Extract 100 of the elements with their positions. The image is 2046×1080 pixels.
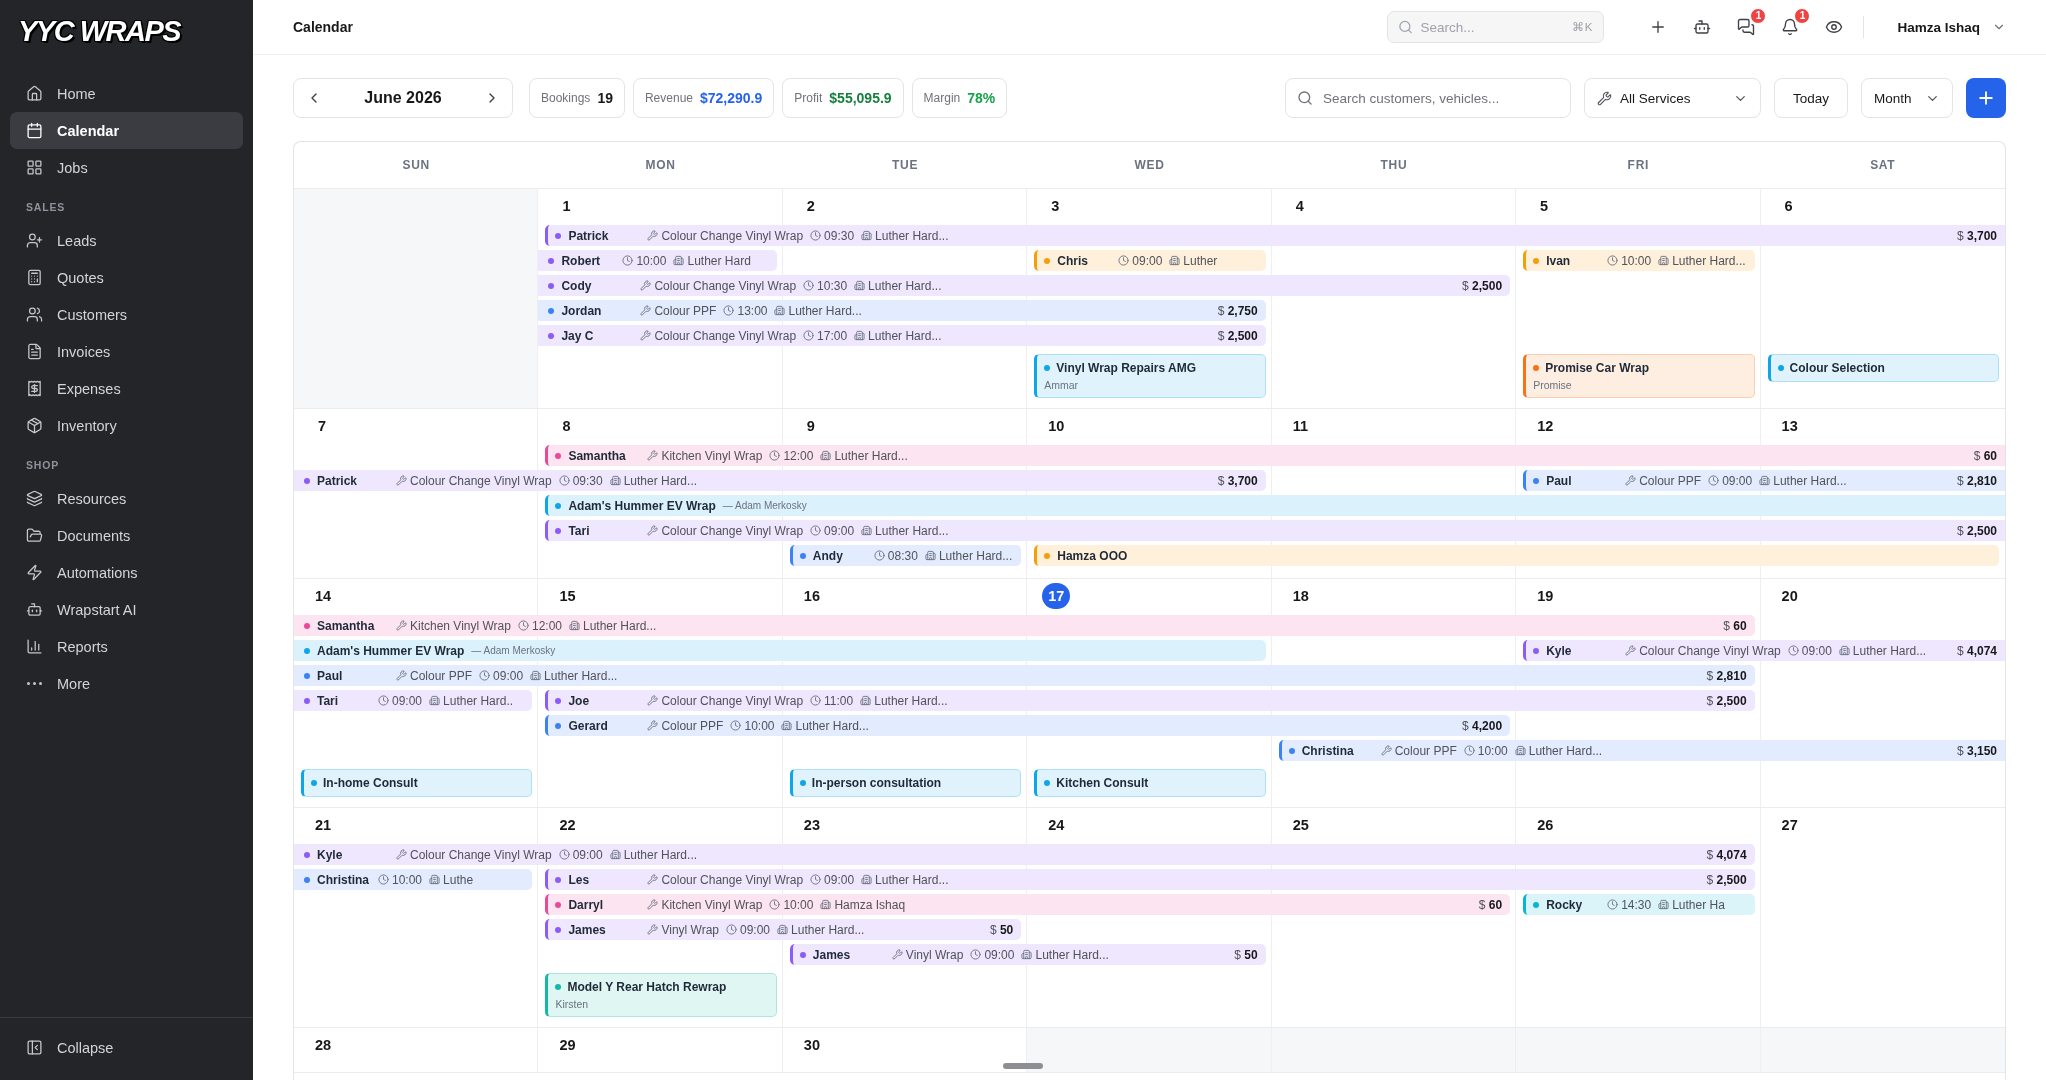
amount-text: $ 3,150 (1955, 743, 1997, 758)
booking-bar[interactable]: Robert 10:00 Luther Hard (538, 250, 777, 271)
booking-bar[interactable]: James Vinyl Wrap 09:00 Luther Hard... $ 50 (789, 944, 1266, 965)
stat-value: 19 (597, 90, 613, 106)
booking-bar[interactable]: Paul Colour PPF 09:00 Luther Hard... $ 2,810 (1523, 470, 2005, 491)
event-card[interactable]: Kitchen Consult (1034, 769, 1266, 797)
time-text: 09:00 (572, 847, 603, 862)
view-select[interactable]: Month (1861, 78, 1953, 118)
booking-bar[interactable]: Christina Colour PPF 10:00 Luther Hard... $ 3,150 (1278, 740, 2005, 761)
nav-item[interactable]: Documents (10, 517, 243, 554)
booking-bar[interactable]: James Vinyl Wrap 09:00 Luther Hard... $ 50 (545, 919, 1022, 940)
booking-bar[interactable]: Les Colour Change Vinyl Wrap 09:00 Luther Hard... $ 2,500 (545, 869, 1755, 890)
clock-icon (970, 949, 982, 960)
day-number: 30 (802, 1036, 821, 1055)
event-name: Chris (1057, 253, 1089, 268)
clock-icon (810, 230, 822, 241)
event-card[interactable]: Model Y Rear Hatch Rewrap Kirsten (545, 973, 777, 1017)
location-text: Luther Hard... (875, 872, 949, 887)
grid-icon (26, 159, 43, 176)
wrench-icon (647, 924, 659, 935)
building-icon (609, 849, 621, 860)
event-card[interactable]: Colour Selection (1767, 354, 1999, 382)
time-text: 09:00 (392, 693, 423, 708)
weekday-label: SAT (1870, 158, 1896, 172)
event-card[interactable]: Vinyl Wrap Repairs AMG Ammar (1034, 354, 1266, 398)
project-owner: — Adam Merkosky (722, 500, 807, 511)
event-card[interactable]: In-person consultation (789, 769, 1022, 797)
time-text: 09:00 (824, 872, 855, 887)
nav-item[interactable]: Invoices (10, 333, 243, 370)
amount-text: $ 2,750 (1216, 303, 1258, 318)
nav-item[interactable]: Quotes (10, 259, 243, 296)
clock-icon (873, 550, 885, 561)
booking-bar[interactable]: Patrick Colour Change Vinyl Wrap 09:30 Luther Hard... $ 3,700 (294, 470, 1266, 491)
user-menu[interactable]: Hamza Ishaq (1897, 19, 2006, 35)
booking-bar[interactable]: Patrick Colour Change Vinyl Wrap 09:30 Luther Hard... $ 3,700 (545, 225, 2005, 246)
service-text: Colour Change Vinyl Wrap (661, 872, 804, 887)
nav-item[interactable]: More (10, 665, 243, 702)
booking-bar[interactable]: Gerard Colour PPF 10:00 Luther Hard... $ 4,200 (545, 715, 1511, 736)
booking-bar[interactable]: Andy 08:30 Luther Hard... (789, 545, 1022, 566)
booking-bar[interactable]: Rocky 14:30 Luther Ha (1523, 894, 1755, 915)
event-card[interactable]: Promise Car Wrap Promise (1523, 354, 1755, 398)
building-icon (860, 695, 872, 706)
nav-item[interactable]: Jobs (10, 149, 243, 186)
event-name: Kyle (1546, 643, 1573, 658)
building-icon (854, 330, 866, 341)
nav-item[interactable]: Home (10, 75, 243, 112)
booking-bar[interactable]: Samantha Kitchen Vinyl Wrap 12:00 Luther Hard... $ 60 (545, 445, 2005, 466)
project-bar[interactable]: Adam's Hummer EV Wrap — Adam Merkosky (545, 495, 2005, 516)
booking-bar[interactable]: Tari 09:00 Luther Hard.. (294, 690, 533, 711)
chat-icon (1737, 18, 1756, 36)
nav-item[interactable]: Customers (10, 296, 243, 333)
booking-bar[interactable]: Kyle Colour Change Vinyl Wrap 09:00 Luther Hard... $ 4,074 (1523, 640, 2005, 661)
nav-item[interactable]: Resources (10, 480, 243, 517)
day-number: 26 (1536, 816, 1555, 835)
clock-icon (479, 670, 491, 681)
amount-text: $ 2,500 (1705, 693, 1747, 708)
drag-handle[interactable] (1003, 1063, 1043, 1069)
nav-item[interactable]: Inventory (10, 407, 243, 444)
building-icon (1759, 475, 1771, 486)
nav-item[interactable]: Wrapstart AI (10, 591, 243, 628)
booking-bar[interactable]: Chris 09:00 Luther (1034, 250, 1266, 271)
booking-bar[interactable]: Ivan 10:00 Luther Hard... (1523, 250, 1755, 271)
booking-bar[interactable]: Paul Colour PPF 09:00 Luther Hard... $ 2,810 (294, 665, 1755, 686)
event-name: Robert (561, 253, 602, 268)
event-name: Paul (317, 668, 344, 683)
nav-item[interactable]: Leads (10, 222, 243, 259)
booking-bar[interactable]: Christina 10:00 Luthe (294, 869, 533, 890)
building-icon (820, 450, 832, 461)
nav-item[interactable]: Automations (10, 554, 243, 591)
booking-bar[interactable]: Jay C Colour Change Vinyl Wrap 17:00 Luther Hard... $ 2,500 (538, 325, 1266, 346)
day-number: 18 (1291, 587, 1310, 606)
event-card[interactable]: In-home Consult (301, 769, 533, 797)
nav-item[interactable]: Reports (10, 628, 243, 665)
count-badge: 1 (1794, 8, 1811, 24)
booking-bar[interactable]: Hamza OOO (1034, 545, 1999, 566)
time-text: 10:00 (1621, 253, 1652, 268)
clock-icon (1607, 255, 1619, 266)
booking-bar[interactable]: Samantha Kitchen Vinyl Wrap 12:00 Luther Hard... $ 60 (294, 615, 1755, 636)
today-button[interactable]: Today (1773, 78, 1848, 118)
event-name: James (568, 922, 607, 937)
add-event-button[interactable] (1966, 78, 2006, 118)
booking-bar[interactable]: Cody Colour Change Vinyl Wrap 10:30 Luther Hard... $ 2,500 (538, 275, 1511, 296)
booking-bar[interactable]: Jordan Colour PPF 13:00 Luther Hard... $ 2,750 (538, 300, 1266, 321)
booking-bar[interactable]: Joe Colour Change Vinyl Wrap 11:00 Luther Hard... $ 2,500 (545, 690, 1755, 711)
time-text: 10:00 (1477, 743, 1508, 758)
booking-bar[interactable]: Tari Colour Change Vinyl Wrap 09:00 Luther Hard... $ 2,500 (545, 520, 2005, 541)
project-bar[interactable]: Adam's Hummer EV Wrap — Adam Merkosky (294, 640, 1266, 661)
stat-value: $72,290.9 (700, 90, 763, 106)
nav-item[interactable]: Calendar (10, 112, 243, 149)
booking-bar[interactable]: Darryl Kitchen Vinyl Wrap 10:00 Hamza Ishaq $ 60 (545, 894, 1511, 915)
day-number: 16 (802, 587, 821, 606)
collapse-button[interactable]: Collapse (10, 1029, 243, 1066)
card-title: Vinyl Wrap Repairs AMG (1056, 361, 1197, 375)
wrench-icon (640, 330, 652, 341)
service-filter[interactable]: All Services (1583, 78, 1761, 118)
search-field[interactable]: Search customers, vehicles... (1284, 78, 1571, 118)
nav-item[interactable]: Expenses (10, 370, 243, 407)
booking-bar[interactable]: Kyle Colour Change Vinyl Wrap 09:00 Luther Hard... $ 4,074 (294, 844, 1755, 865)
location-text: Luther Hard... (623, 847, 698, 862)
clock-icon (1708, 475, 1720, 486)
